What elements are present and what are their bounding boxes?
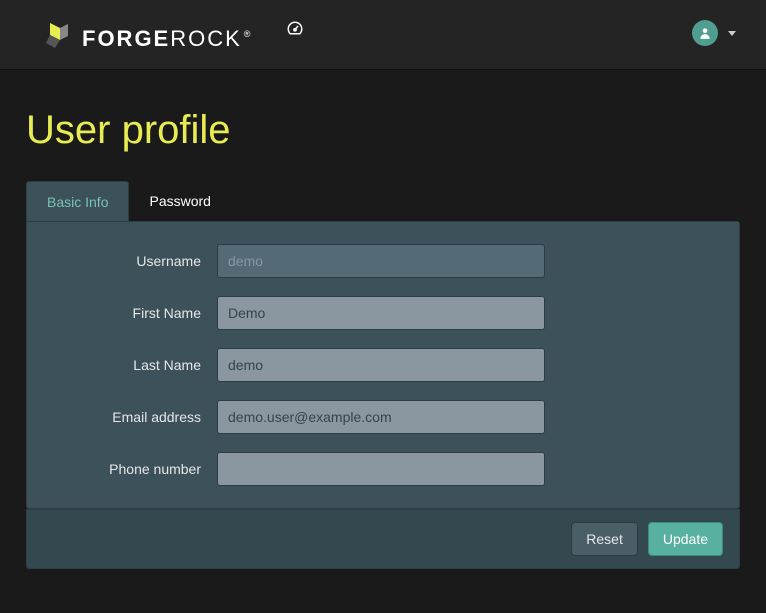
chevron-down-icon: [728, 31, 736, 36]
input-phone[interactable]: [217, 452, 545, 486]
input-firstname[interactable]: [217, 296, 545, 330]
label-lastname: Last Name: [47, 357, 217, 373]
reset-button[interactable]: Reset: [571, 522, 638, 556]
tab-basic-info[interactable]: Basic Info: [26, 181, 129, 221]
brand-logo-icon: [40, 20, 72, 57]
label-phone: Phone number: [47, 461, 217, 477]
label-email: Email address: [47, 409, 217, 425]
tab-password[interactable]: Password: [129, 181, 230, 221]
brand[interactable]: FORGEROCK®: [40, 20, 252, 57]
user-menu[interactable]: [692, 20, 736, 46]
page-title: User profile: [26, 108, 748, 153]
profile-form-panel: Username First Name Last Name Email addr…: [26, 221, 740, 509]
label-username: Username: [47, 253, 217, 269]
row-phone: Phone number: [47, 452, 719, 486]
row-username: Username: [47, 244, 719, 278]
tabs: Basic Info Password: [26, 181, 748, 221]
input-email[interactable]: [217, 400, 545, 434]
row-email: Email address: [47, 400, 719, 434]
row-lastname: Last Name: [47, 348, 719, 382]
brand-text: FORGEROCK®: [82, 26, 252, 52]
row-firstname: First Name: [47, 296, 719, 330]
dashboard-icon[interactable]: [286, 20, 304, 38]
update-button[interactable]: Update: [648, 522, 723, 556]
label-firstname: First Name: [47, 305, 217, 321]
form-footer: Reset Update: [26, 509, 740, 569]
input-lastname[interactable]: [217, 348, 545, 382]
navbar: FORGEROCK®: [0, 0, 766, 70]
avatar: [692, 20, 718, 46]
input-username[interactable]: [217, 244, 545, 278]
